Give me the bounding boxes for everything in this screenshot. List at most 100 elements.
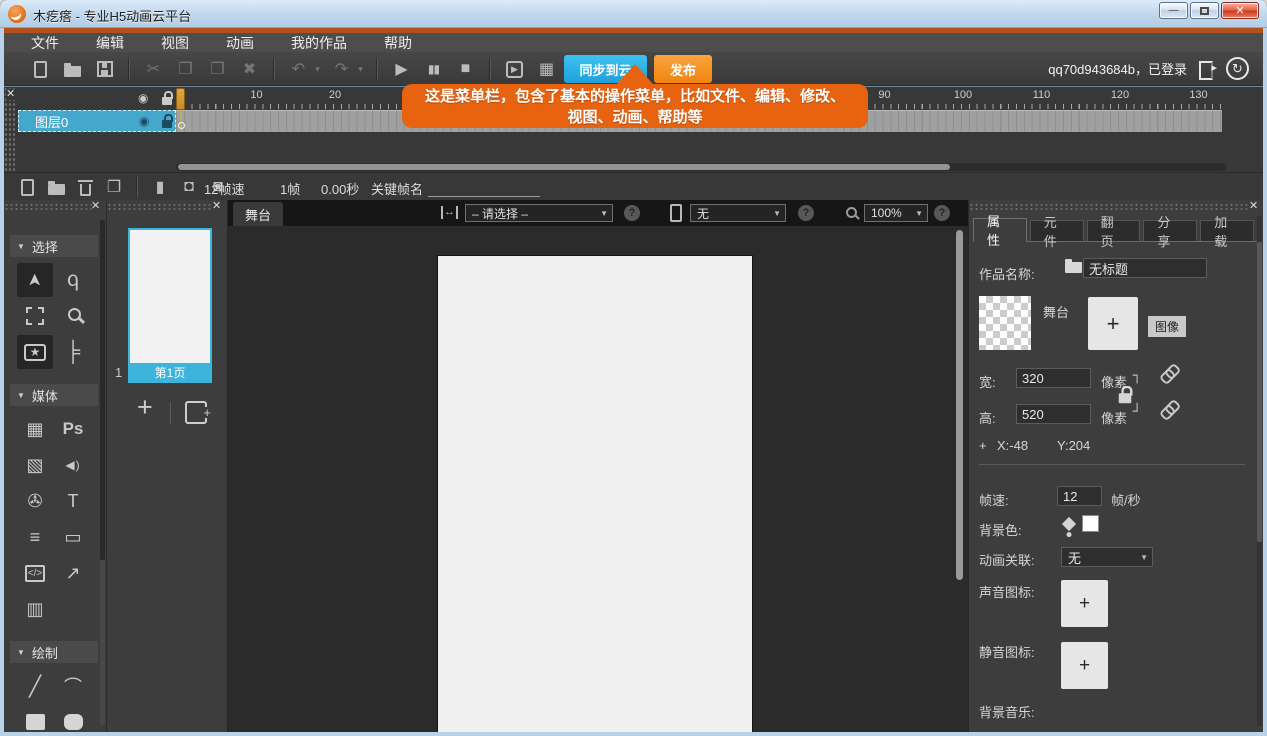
paint-bucket-icon[interactable]	[1062, 517, 1076, 531]
properties-close-icon[interactable]: ✕	[1249, 201, 1258, 212]
menu-item-文件[interactable]: 文件	[31, 33, 59, 53]
chart-tool[interactable]: ↗	[55, 556, 91, 590]
lasso-tool[interactable]: ρ	[55, 263, 91, 297]
stage-tab[interactable]: 舞台	[233, 202, 283, 226]
redo-icon[interactable]: ↷	[329, 56, 354, 82]
tab-翻页[interactable]: 翻页	[1087, 220, 1141, 241]
menu-item-动画[interactable]: 动画	[226, 33, 254, 53]
publish-button[interactable]: 发布	[654, 55, 712, 83]
tab-属性[interactable]: 属性	[973, 218, 1027, 242]
anim-link-select[interactable]: 无 ▼	[1061, 547, 1153, 567]
menu-item-编辑[interactable]: 编辑	[96, 33, 124, 53]
work-name-input[interactable]	[1083, 258, 1207, 278]
layer-row[interactable]: 图层0 ◉	[18, 110, 176, 132]
tools-scrollbar-track[interactable]	[100, 220, 105, 725]
guides-tool[interactable]: ╞	[55, 335, 91, 369]
image-tool[interactable]: ▧	[17, 448, 53, 482]
fps-input[interactable]	[1057, 486, 1102, 506]
rect-tool[interactable]	[17, 705, 53, 732]
rounded-rect-tool[interactable]	[55, 705, 91, 732]
copy-icon[interactable]: ❐	[173, 56, 198, 82]
stage-vscrollbar-thumb[interactable]	[956, 230, 963, 580]
keyframe-name-input[interactable]	[428, 181, 540, 197]
duplicate-page-icon[interactable]: ❐	[103, 174, 125, 200]
height-input[interactable]	[1016, 404, 1091, 424]
panel-drag-strip[interactable]	[107, 203, 213, 212]
undo-icon[interactable]: ↶	[286, 56, 311, 82]
properties-scrollbar-track[interactable]	[1257, 216, 1262, 726]
insert-keyframe-icon[interactable]: ◘	[178, 174, 200, 200]
transform-tool[interactable]	[17, 299, 53, 333]
redo-menu-icon[interactable]: ▾	[356, 56, 365, 82]
menu-item-视图[interactable]: 视图	[161, 33, 189, 53]
insert-page-button[interactable]	[185, 401, 207, 424]
folder-icon[interactable]	[1065, 262, 1082, 273]
code-tool[interactable]: </>	[17, 556, 53, 590]
new-file-icon[interactable]	[28, 56, 53, 82]
visibility-column-icon[interactable]: ◉	[138, 91, 148, 105]
image-type-button[interactable]: 图像	[1148, 316, 1186, 337]
bg-color-swatch[interactable]	[1082, 515, 1099, 532]
line-tool[interactable]: ╱	[17, 669, 53, 703]
add-stage-image-button[interactable]: +	[1088, 297, 1138, 350]
add-page-button[interactable]: +	[137, 394, 153, 421]
library-tool[interactable]: ▦	[17, 412, 53, 446]
help-icon[interactable]: ?	[934, 205, 950, 221]
curve-tool[interactable]: ⌒	[55, 669, 91, 703]
tool-section-header[interactable]: ▼媒体	[10, 384, 98, 406]
menu-item-我的作品[interactable]: 我的作品	[291, 33, 347, 53]
add-mute-icon-button[interactable]: +	[1061, 642, 1108, 689]
properties-scrollbar-thumb[interactable]	[1257, 242, 1262, 542]
zoom-select[interactable]: 100% ▼	[864, 204, 928, 222]
tab-元件[interactable]: 元件	[1030, 220, 1084, 241]
stage-size-select[interactable]: – 请选择 – ▼	[465, 204, 613, 222]
stop-icon[interactable]: ■	[453, 56, 478, 82]
stage-canvas[interactable]	[437, 255, 753, 732]
width-input[interactable]	[1016, 368, 1091, 388]
panorama-tool[interactable]: ▥	[17, 592, 53, 626]
playhead[interactable]	[176, 88, 185, 110]
cut-icon[interactable]: ✂	[141, 56, 166, 82]
stage-bg-swatch[interactable]	[979, 296, 1031, 350]
pause-icon[interactable]: ▮▮	[421, 56, 446, 82]
preview-icon[interactable]: ▶	[502, 56, 527, 82]
tool-section-header[interactable]: ▼绘制	[10, 641, 98, 663]
audio-tool[interactable]: ◀)	[55, 448, 91, 482]
fit-width-icon[interactable]: ↔	[441, 206, 458, 219]
tools-scrollbar-thumb[interactable]	[100, 220, 105, 560]
whiteboard-tool[interactable]: ▭	[55, 520, 91, 554]
zoom-tool[interactable]	[55, 299, 91, 333]
play-icon[interactable]: ▶	[389, 56, 414, 82]
title-bar[interactable]: 木疙瘩 - 专业H5动画云平台 — ✕	[0, 0, 1267, 28]
minimize-button[interactable]: —	[1159, 2, 1188, 19]
help-icon[interactable]: ?	[624, 205, 640, 221]
open-file-icon[interactable]	[60, 56, 85, 82]
link-width-icon[interactable]	[1155, 361, 1180, 386]
delete-page-icon[interactable]	[74, 174, 96, 200]
layer-lock-icon[interactable]	[162, 113, 172, 131]
undo-menu-icon[interactable]: ▾	[313, 56, 322, 82]
expand-position-icon[interactable]: +	[979, 438, 987, 453]
tab-加载[interactable]: 加载	[1200, 220, 1254, 241]
tools-close-icon[interactable]: ✕	[91, 201, 100, 212]
photoshop-tool[interactable]: Ps	[55, 412, 91, 446]
link-height-icon[interactable]	[1155, 397, 1180, 422]
page-folder-icon[interactable]	[45, 174, 67, 200]
stage-select-tool[interactable]: ★	[17, 335, 53, 369]
lock-column-icon[interactable]	[162, 90, 172, 110]
select-tool[interactable]: ➤	[17, 263, 53, 297]
keyframe-marker[interactable]	[178, 122, 185, 129]
add-sound-icon-button[interactable]: +	[1061, 580, 1108, 627]
logout-icon[interactable]	[1199, 60, 1214, 77]
device-select[interactable]: 无 ▼	[690, 204, 786, 222]
text-tool[interactable]: T	[55, 484, 91, 518]
timeline-close-icon[interactable]: ✕	[6, 89, 15, 100]
timeline-hscrollbar-thumb[interactable]	[178, 164, 950, 170]
video-tool[interactable]: ✇	[17, 484, 53, 518]
insert-frame-icon[interactable]: ▮	[149, 174, 171, 200]
paste-icon[interactable]: ❒	[205, 56, 230, 82]
refresh-icon[interactable]: ↻	[1226, 57, 1249, 80]
new-page-icon[interactable]	[16, 174, 38, 200]
menu-item-帮助[interactable]: 帮助	[384, 33, 412, 53]
tool-section-header[interactable]: ▼选择	[10, 235, 98, 257]
